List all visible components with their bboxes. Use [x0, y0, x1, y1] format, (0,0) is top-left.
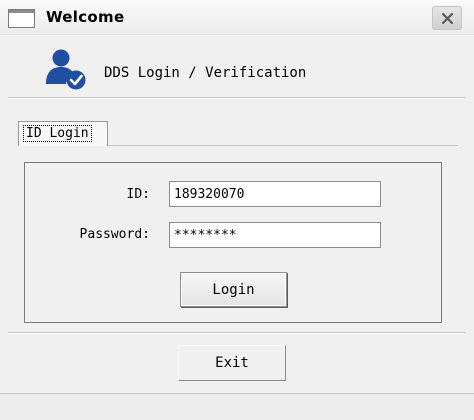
login-window: Welcome DDS Login / Verification ID Logi…	[0, 0, 474, 420]
id-label: ID:	[126, 187, 150, 202]
tab-id-login[interactable]: ID Login	[18, 121, 108, 146]
header-title: DDS Login / Verification	[104, 65, 307, 81]
window-title: Welcome	[46, 8, 125, 26]
window-icon	[8, 9, 35, 28]
close-button[interactable]	[432, 6, 462, 30]
close-icon	[441, 12, 454, 25]
tab-label: ID Login	[23, 125, 92, 142]
header-divider	[8, 97, 466, 99]
password-field[interactable]	[169, 222, 381, 248]
title-bar[interactable]: Welcome	[0, 0, 474, 35]
login-button[interactable]: Login	[180, 272, 287, 307]
password-label: Password:	[79, 227, 150, 242]
status-bar	[0, 393, 474, 420]
user-verified-icon	[46, 49, 86, 90]
id-field[interactable]	[169, 181, 381, 207]
exit-button[interactable]: Exit	[178, 345, 286, 381]
footer-divider	[8, 332, 466, 334]
